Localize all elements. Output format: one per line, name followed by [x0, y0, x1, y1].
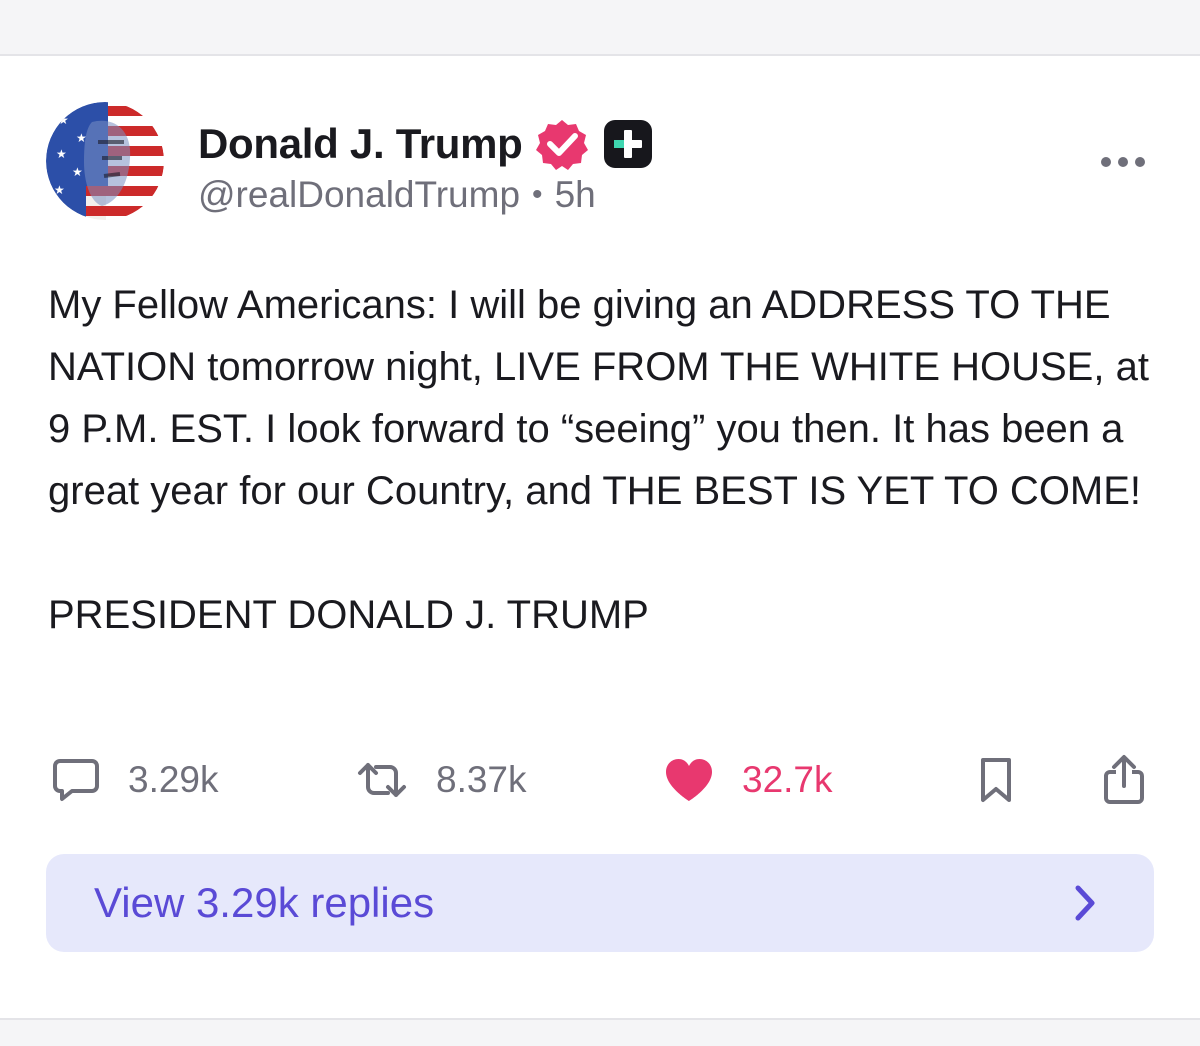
author-meta: @realDonaldTrump • 5h [198, 174, 596, 216]
bookmark-icon [981, 758, 1011, 802]
view-replies-button[interactable]: View 3.29k replies [46, 854, 1154, 952]
avatar[interactable]: ★ ★ ★ ★ ★ [46, 102, 164, 220]
bookmark-button[interactable] [976, 752, 1016, 808]
more-icon[interactable] [1098, 152, 1148, 172]
share-icon [1104, 755, 1144, 804]
svg-text:★: ★ [54, 183, 65, 197]
svg-text:★: ★ [56, 147, 67, 161]
post-paragraph: My Fellow Americans: I will be giving an… [48, 283, 1161, 513]
comment-icon [53, 759, 99, 801]
author-display-name[interactable]: Donald J. Trump [198, 120, 523, 168]
chevron-right-icon [1075, 885, 1095, 921]
verified-badge-icon [535, 120, 588, 170]
like-count: 32.7k [742, 759, 833, 800]
share-button[interactable] [1102, 752, 1146, 808]
avatar-image: ★ ★ ★ ★ ★ [46, 102, 164, 220]
repost-icon [358, 763, 406, 797]
post-timestamp: 5h [554, 174, 596, 215]
author-name-row: Donald J. Trump [198, 114, 653, 174]
reply-button[interactable]: 3.29k [52, 752, 219, 808]
svg-text:★: ★ [76, 131, 87, 145]
heart-icon [666, 759, 712, 801]
author-handle[interactable]: @realDonaldTrump [198, 174, 520, 216]
post-body: My Fellow Americans: I will be giving an… [48, 274, 1158, 646]
post-signature: PRESIDENT DONALD J. TRUMP [48, 593, 649, 637]
post-actions: 3.29k 8.37k 32.7k [48, 752, 1158, 808]
svg-text:★: ★ [58, 113, 69, 127]
like-button[interactable]: 32.7k [664, 752, 833, 808]
repost-count: 8.37k [436, 759, 527, 800]
post-card: ★ ★ ★ ★ ★ Donald J. Trump @realDonaldTru… [0, 54, 1200, 1020]
reply-count: 3.29k [128, 759, 219, 800]
feed-gap [0, 0, 1200, 54]
meta-separator: • [532, 178, 543, 211]
repost-button[interactable]: 8.37k [356, 752, 527, 808]
svg-text:★: ★ [72, 165, 83, 179]
plus-badge-icon [603, 120, 652, 168]
view-replies-label: View 3.29k replies [94, 879, 435, 926]
